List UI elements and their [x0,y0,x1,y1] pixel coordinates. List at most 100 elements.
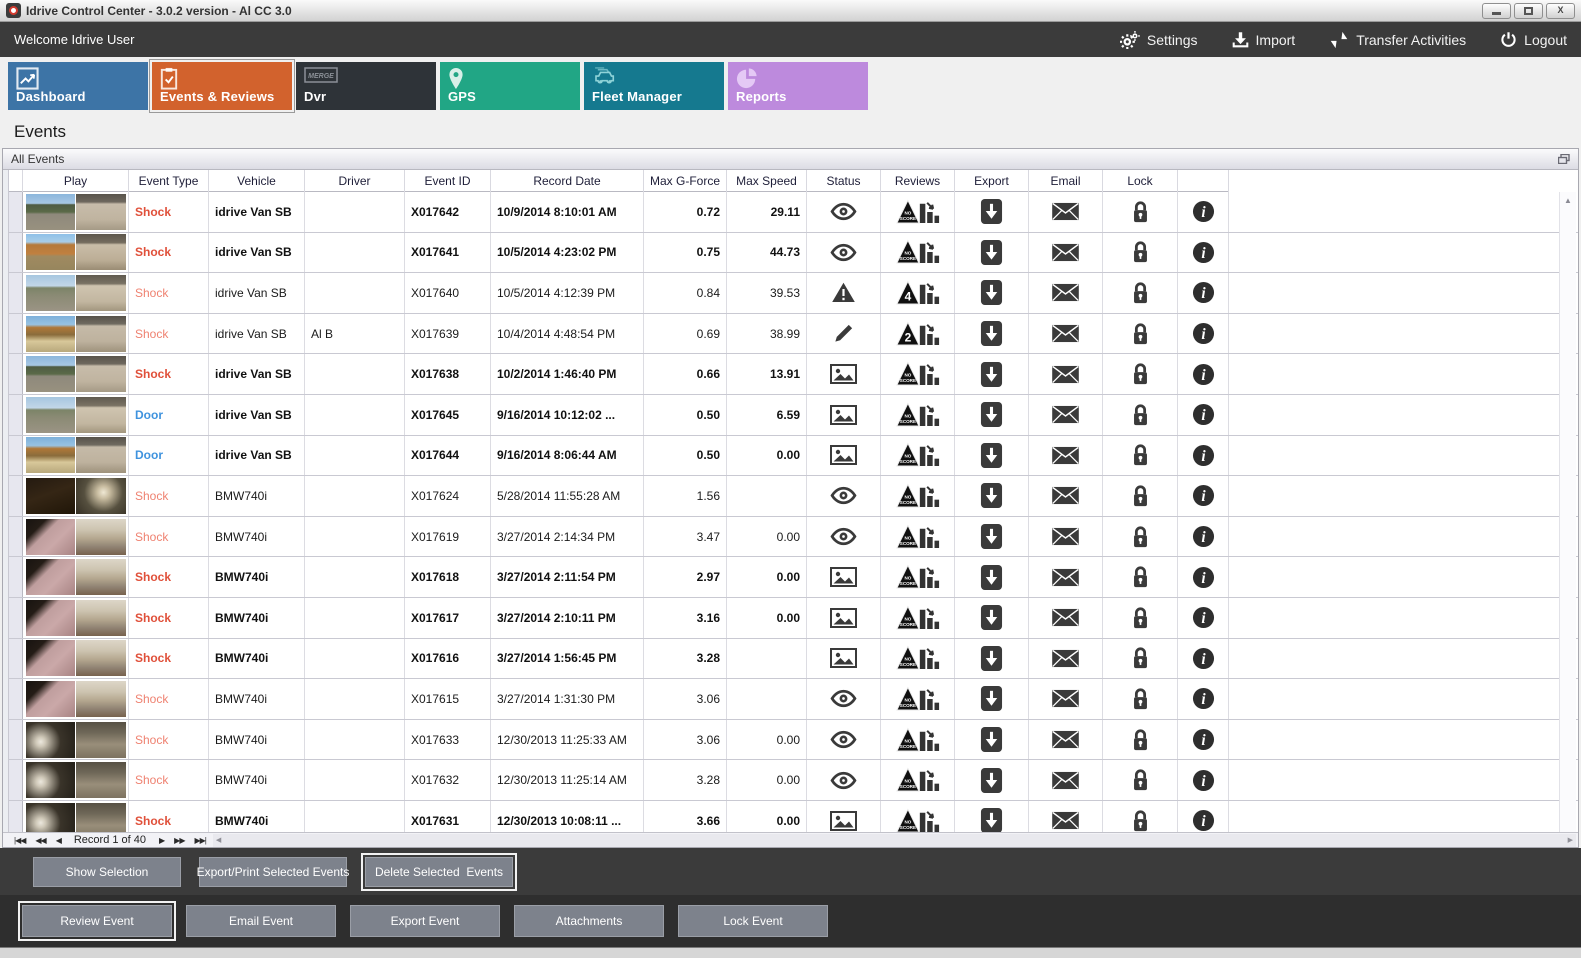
export-cell[interactable] [955,192,1029,232]
export-icon[interactable] [980,361,1003,388]
info-icon[interactable]: i [1192,200,1215,223]
tab-dashboard[interactable]: Dashboard [8,62,148,110]
lock-icon[interactable] [1131,687,1150,711]
reviews-cell[interactable]: NO SCORE [881,232,955,273]
lock-cell[interactable] [1103,232,1178,273]
table-row[interactable]: Shock BMW740i X017633 12/30/2013 11:25:33 A… [9,719,1578,761]
tab-gps[interactable]: GPS [440,62,580,110]
email-cell[interactable] [1029,313,1103,354]
info-cell[interactable]: i [1178,435,1229,476]
minimize-button[interactable] [1482,2,1511,19]
info-icon[interactable]: i [1192,606,1215,629]
email-cell[interactable] [1029,557,1103,597]
reviews-cell[interactable]: NO SCORE [881,679,955,719]
email-cell[interactable] [1029,232,1103,273]
table-row[interactable]: Shock BMW740i X017618 3/27/2014 2:11:54 PM 2… [9,557,1578,598]
attachments-button[interactable]: Attachments [514,905,664,937]
info-cell[interactable]: i [1178,394,1229,435]
email-icon[interactable] [1051,405,1080,424]
info-icon[interactable]: i [1192,728,1215,751]
export-cell[interactable] [955,313,1029,354]
row-selector[interactable] [9,354,23,394]
info-cell[interactable]: i [1178,638,1229,679]
event-video-thumbnail[interactable] [25,274,126,311]
lock-cell[interactable] [1103,273,1178,313]
lock-icon[interactable] [1131,646,1150,670]
lock-icon[interactable] [1131,565,1150,589]
transfer-activities-button[interactable]: Transfer Activities [1329,31,1466,49]
export-cell[interactable] [955,232,1029,273]
play-cell[interactable] [23,476,129,516]
review-score-icon[interactable]: NO SCORE [895,441,940,469]
email-cell[interactable] [1029,760,1103,800]
info-cell[interactable]: i [1178,800,1229,832]
info-icon[interactable]: i [1192,444,1215,467]
info-cell[interactable]: i [1178,719,1229,760]
info-cell[interactable]: i [1178,557,1229,597]
vertical-scrollbar[interactable]: ▲ [1559,192,1576,832]
review-score-icon[interactable]: NO SCORE [895,198,940,226]
review-score-icon[interactable]: NO SCORE [895,238,940,266]
export-icon[interactable] [980,401,1003,428]
lock-cell[interactable] [1103,679,1178,719]
play-cell[interactable] [23,192,129,232]
scroll-left-icon[interactable]: ◀ [216,836,221,844]
export-cell[interactable] [955,354,1029,394]
email-cell[interactable] [1029,719,1103,760]
review-score-icon[interactable]: NO SCORE [895,766,940,794]
table-row[interactable]: Shock idrive Van SB X017641 10/5/2014 4:23:… [9,232,1578,274]
column-header-event-type[interactable]: Event Type [129,170,209,192]
row-selector[interactable] [9,232,23,273]
column-header-driver[interactable]: Driver [305,170,405,192]
play-cell[interactable] [23,435,129,476]
info-icon[interactable]: i [1192,525,1215,548]
play-cell[interactable] [23,273,129,313]
info-cell[interactable]: i [1178,679,1229,719]
review-event-button[interactable]: Review Event [18,901,176,941]
export-icon[interactable] [980,523,1003,550]
event-video-thumbnail[interactable] [25,640,126,677]
lock-cell[interactable] [1103,192,1178,232]
previous-record-button[interactable]: ◀ [56,836,62,845]
export-icon[interactable] [980,279,1003,306]
play-cell[interactable] [23,638,129,679]
scroll-up-icon[interactable]: ▲ [1564,196,1572,832]
review-score-icon[interactable]: NO SCORE [895,482,940,510]
info-icon[interactable]: i [1192,363,1215,386]
table-row[interactable]: Shock BMW740i X017616 3/27/2014 1:56:45 PM 3… [9,638,1578,680]
column-header-lock[interactable]: Lock [1103,170,1178,192]
event-video-thumbnail[interactable] [25,437,126,474]
next-record-button[interactable]: ▶ [159,836,165,845]
table-row[interactable]: Shock idrive Van SB Al B X017639 10/4/2014 4… [9,313,1578,355]
row-selector[interactable] [9,719,23,760]
export-icon[interactable] [980,685,1003,712]
reviews-cell[interactable]: NO SCORE [881,394,955,435]
export-cell[interactable] [955,638,1029,679]
reviews-cell[interactable]: NO SCORE [881,516,955,557]
lock-icon[interactable] [1131,484,1150,508]
info-cell[interactable]: i [1178,516,1229,557]
row-selector[interactable] [9,557,23,597]
email-icon[interactable] [1051,324,1080,343]
email-cell[interactable] [1029,273,1103,313]
info-icon[interactable]: i [1192,769,1215,792]
column-header-max-g-force[interactable]: Max G-Force [644,170,727,192]
maximize-button[interactable] [1514,2,1543,19]
table-row[interactable]: Shock BMW740i X017615 3/27/2014 1:31:30 PM 3… [9,679,1578,720]
lock-cell[interactable] [1103,800,1178,832]
row-selector[interactable] [9,760,23,800]
lock-cell[interactable] [1103,313,1178,354]
export-cell[interactable] [955,719,1029,760]
lock-icon[interactable] [1131,443,1150,467]
info-icon[interactable]: i [1192,322,1215,345]
export-cell[interactable] [955,476,1029,516]
fast-forward-button[interactable]: ▶▶ [174,836,185,845]
column-header-email[interactable]: Email [1029,170,1103,192]
play-cell[interactable] [23,354,129,394]
play-cell[interactable] [23,719,129,760]
lock-cell[interactable] [1103,719,1178,760]
table-row[interactable]: Door idrive Van SB X017644 9/16/2014 8:06:4… [9,435,1578,477]
lock-icon[interactable] [1131,728,1150,752]
row-selector[interactable] [9,435,23,476]
lock-icon[interactable] [1131,200,1150,224]
